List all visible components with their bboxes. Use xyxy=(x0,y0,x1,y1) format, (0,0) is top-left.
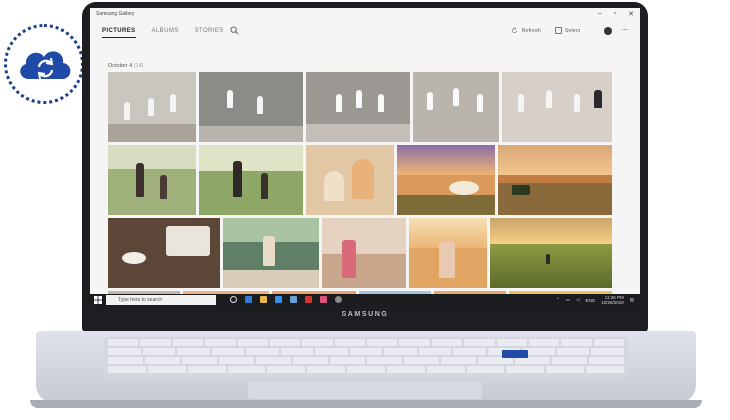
photo-thumbnail[interactable] xyxy=(322,218,406,288)
search-icon[interactable] xyxy=(230,26,239,35)
photo-thumbnail[interactable] xyxy=(502,72,612,142)
more-icon[interactable]: ⋯ xyxy=(621,26,628,34)
minimize-button[interactable]: – xyxy=(598,10,602,18)
window-controls: – ▫ ✕ xyxy=(598,10,634,18)
photo-thumbnail[interactable] xyxy=(223,218,319,288)
brand-logo: SAMSUNG xyxy=(341,311,389,318)
refresh-icon xyxy=(512,27,518,33)
touchpad xyxy=(248,381,482,399)
keyboard xyxy=(104,337,628,377)
photo-thumbnail[interactable] xyxy=(108,218,220,288)
edge-icon[interactable] xyxy=(245,296,252,303)
mcafee-icon[interactable] xyxy=(305,296,312,303)
taskbar-clock[interactable]: 11:36 PM 10/26/2019 xyxy=(601,295,624,305)
folder-icon[interactable] xyxy=(260,296,267,303)
photo-thumbnail[interactable] xyxy=(306,72,410,142)
taskbar: Type here to search ⌃ ▭ ◁ ENG 11:36 PM 1… xyxy=(90,294,640,306)
photo-thumbnail[interactable] xyxy=(413,72,499,142)
gallery-app-icon[interactable] xyxy=(320,296,327,303)
tab-stories[interactable]: STORIES xyxy=(195,28,224,38)
cloud-sync-icon xyxy=(20,51,71,80)
refresh-button[interactable]: Refresh xyxy=(511,27,541,34)
photo-thumbnail[interactable] xyxy=(397,145,495,215)
base-edge xyxy=(30,400,702,408)
photo-thumbnail[interactable] xyxy=(108,145,196,215)
select-icon xyxy=(554,27,562,34)
date-label: October 4 xyxy=(108,63,133,69)
taskbar-search-placeholder: Type here to search xyxy=(118,297,163,303)
windows-start-icon[interactable] xyxy=(94,296,102,304)
select-button[interactable]: Select xyxy=(554,27,580,34)
laptop-lid: Samsung Gallery – ▫ ✕ PICTURES ALBUMS ST… xyxy=(82,2,648,332)
window-title: Samsung Gallery xyxy=(96,11,135,17)
laptop-base xyxy=(36,331,696,403)
date-count: (14) xyxy=(133,63,144,69)
notifications-icon[interactable]: ▤ xyxy=(630,297,634,303)
photo-thumbnail[interactable] xyxy=(199,145,303,215)
photo-thumbnail[interactable] xyxy=(490,218,612,288)
account-icon[interactable] xyxy=(604,27,612,35)
photo-thumbnail[interactable] xyxy=(306,145,394,215)
store-icon[interactable] xyxy=(275,296,282,303)
task-view-icon[interactable] xyxy=(230,296,237,303)
toolbar: Refresh Select xyxy=(511,27,580,34)
photo-thumbnail[interactable] xyxy=(199,72,303,142)
settings-icon[interactable] xyxy=(335,296,342,303)
mail-icon[interactable] xyxy=(290,296,297,303)
tray-chevron-icon[interactable]: ⌃ xyxy=(556,297,560,303)
taskbar-apps xyxy=(230,296,342,303)
refresh-label: Refresh xyxy=(521,27,541,34)
tab-bar: PICTURES ALBUMS STORIES xyxy=(102,28,224,38)
taskbar-search[interactable]: Type here to search xyxy=(106,295,216,305)
intel-sticker xyxy=(502,350,528,358)
bottom-bezel: SAMSUNG xyxy=(82,306,648,332)
volume-icon[interactable]: ◁ xyxy=(576,297,579,303)
cloud-sync-badge xyxy=(4,24,84,104)
photo-thumbnail[interactable] xyxy=(409,218,487,288)
network-icon[interactable]: ▭ xyxy=(566,297,570,303)
title-bar: Samsung Gallery – ▫ ✕ xyxy=(90,8,640,22)
date-header: October 4 (14) xyxy=(108,63,143,69)
screen: Samsung Gallery – ▫ ✕ PICTURES ALBUMS ST… xyxy=(90,8,640,306)
clock-date: 10/26/2019 xyxy=(601,300,624,305)
system-tray: ⌃ ▭ ◁ ENG 11:36 PM 10/26/2019 ▤ xyxy=(556,295,634,305)
photo-thumbnail[interactable] xyxy=(498,145,612,215)
close-button[interactable]: ✕ xyxy=(628,10,634,18)
maximize-button[interactable]: ▫ xyxy=(614,10,616,18)
photo-thumbnail[interactable] xyxy=(108,72,196,142)
tab-pictures[interactable]: PICTURES xyxy=(102,28,136,38)
tab-albums[interactable]: ALBUMS xyxy=(152,28,179,38)
select-label: Select xyxy=(564,27,580,34)
language-indicator[interactable]: ENG xyxy=(585,298,595,303)
